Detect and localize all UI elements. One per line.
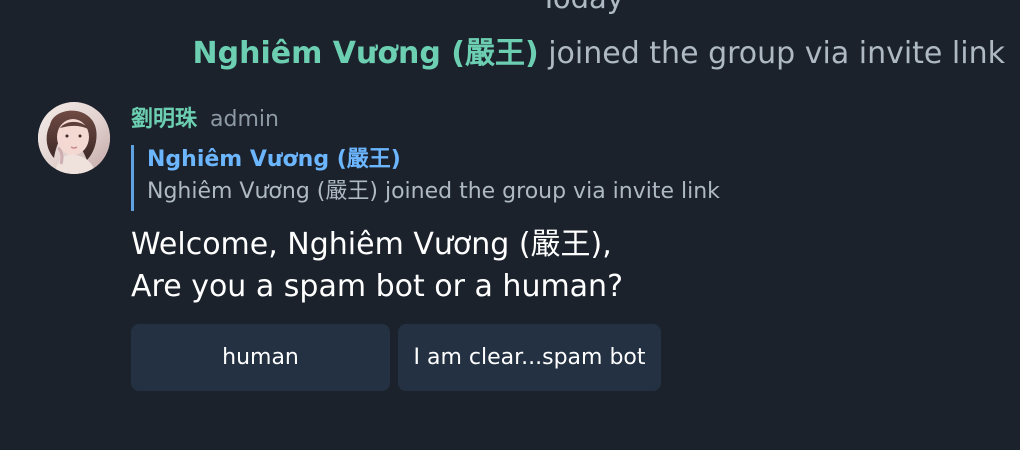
service-user-name[interactable]: Nghiêm Vương (嚴王) [193,36,539,71]
service-message-text: joined the group via invite link [548,36,1005,71]
human-button[interactable]: human [131,324,390,391]
service-message: Nghiêm Vương (嚴王) joined the group via i… [193,34,1006,74]
date-separator: Today [72,0,1020,15]
message-line-1: Welcome, Nghiêm Vương (嚴王), [131,227,612,262]
spam-bot-button[interactable]: I am clear...spam bot [398,324,661,391]
sender-name[interactable]: 劉明珠 [131,107,197,132]
message-header: 劉明珠 admin [131,104,891,136]
message-line-2: Are you a spam bot or a human? [131,269,623,304]
message-bubble: 劉明珠 admin Nghiêm Vương (嚴王) Nghiêm Vương… [131,104,891,391]
message-body: Welcome, Nghiêm Vương (嚴王), Are you a sp… [131,224,891,308]
reply-author: Nghiêm Vương (嚴王) [147,147,401,172]
avatar[interactable] [38,102,110,174]
reply-preview[interactable]: Nghiêm Vương (嚴王) Nghiêm Vương (嚴王) join… [131,145,891,211]
reply-text: Nghiêm Vương (嚴王) joined the group via i… [147,179,720,204]
inline-buttons: human I am clear...spam bot [131,324,891,391]
sender-role: admin [210,107,279,132]
